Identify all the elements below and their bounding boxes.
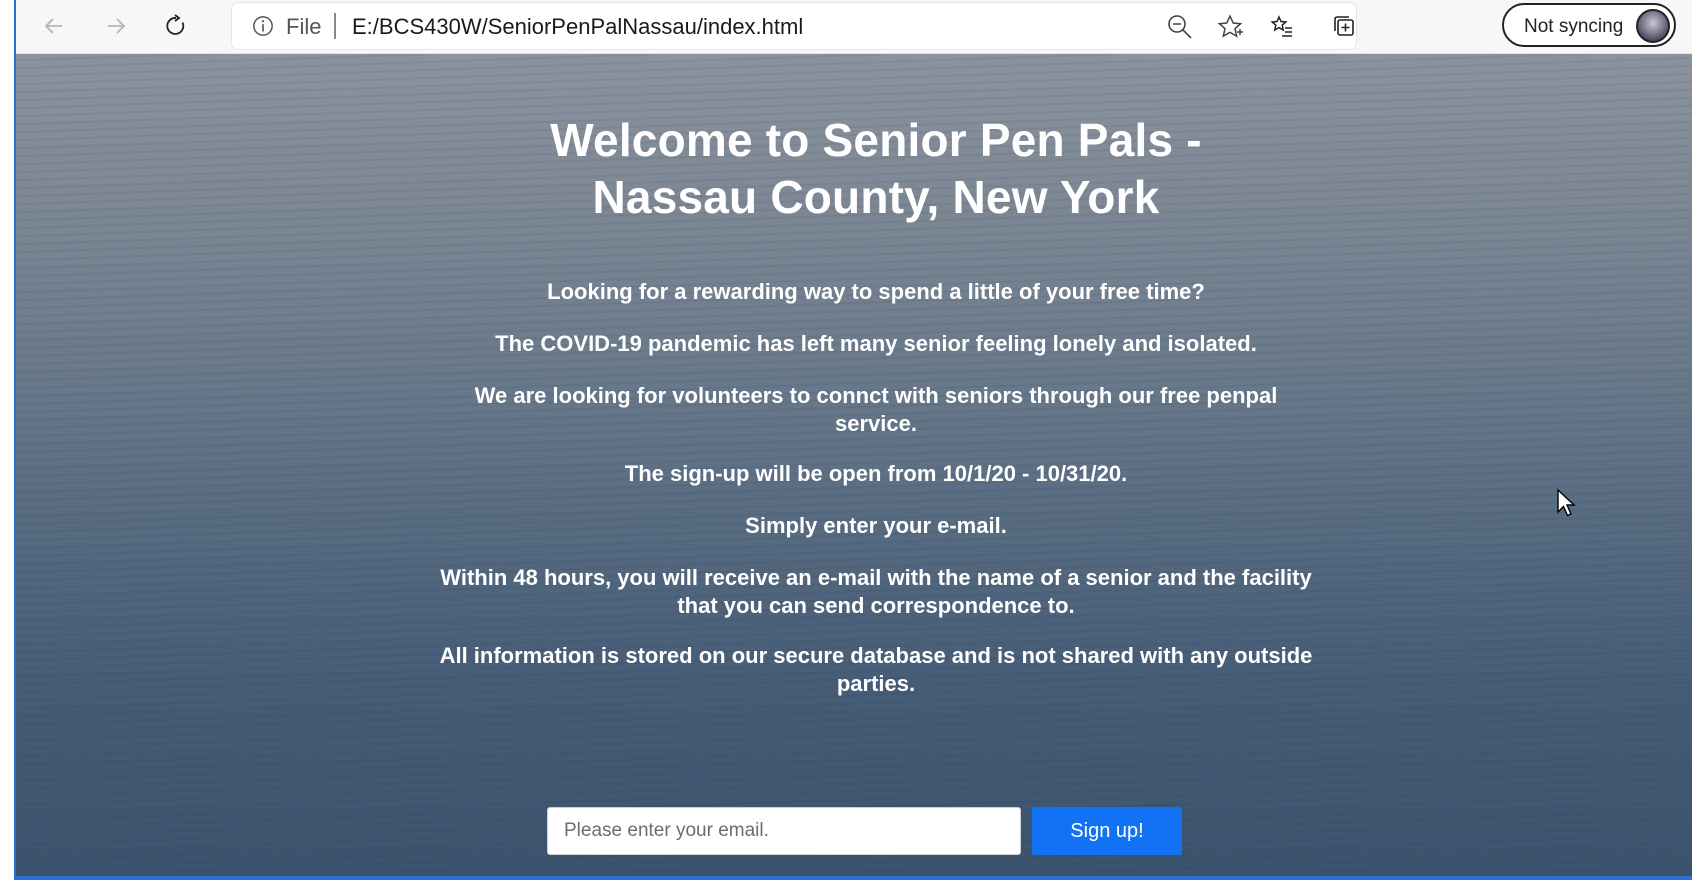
covid-statement: The COVID-19 pandemic has left many seni…	[495, 331, 1257, 356]
favorites-icon	[1270, 15, 1292, 37]
privacy-statement: All information is stored on our secure …	[439, 643, 1313, 696]
star-icon[interactable]	[1216, 13, 1244, 41]
forward-arrow-icon	[108, 18, 126, 34]
address-bar[interactable]: File E:/BCS430W/SeniorPenPalNassau/index…	[232, 3, 1356, 49]
back-button[interactable]	[32, 6, 76, 46]
window-bottom-edge	[16, 876, 1692, 880]
volunteer-statement: We are looking for volunteers to connct …	[474, 383, 1278, 436]
signup-button[interactable]: Sign up!	[1032, 807, 1182, 855]
info-icon[interactable]	[252, 15, 274, 37]
browser-window: File E:/BCS430W/SeniorPenPalNassau/index…	[0, 0, 1692, 880]
mouse-cursor-icon	[1557, 488, 1576, 517]
zoom-out-icon[interactable]	[1166, 13, 1194, 41]
avatar	[1636, 9, 1670, 43]
favorites-button[interactable]	[1260, 6, 1304, 46]
address-url[interactable]: E:/BCS430W/SeniorPenPalNassau/index.html	[352, 14, 803, 40]
page-content: Welcome to Senior Pen Pals - Nassau Coun…	[16, 54, 1692, 876]
profile-sync-status: Not syncing	[1524, 16, 1624, 37]
window-left-edge	[0, 0, 16, 880]
forward-button[interactable]	[94, 6, 138, 46]
email-instruction: Simply enter your e-mail.	[745, 513, 1007, 538]
page-title-line-1: Welcome to Senior Pen Pals -	[550, 114, 1202, 166]
email-input[interactable]	[547, 807, 1021, 855]
response-statement: Within 48 hours, you will receive an e-m…	[440, 565, 1312, 618]
collections-icon	[1334, 16, 1354, 36]
page-title-line-2: Nassau County, New York	[592, 171, 1160, 223]
back-arrow-icon	[44, 18, 62, 34]
page-title: Welcome to Senior Pen Pals - Nassau Coun…	[436, 112, 1316, 226]
signup-dates: The sign-up will be open from 10/1/20 - …	[624, 461, 1128, 486]
address-separator	[334, 13, 336, 39]
address-scheme: File	[286, 14, 322, 39]
intro-question: Looking for a rewarding way to spend a l…	[547, 279, 1205, 304]
browser-toolbar: File E:/BCS430W/SeniorPenPalNassau/index…	[16, 0, 1692, 54]
refresh-button[interactable]	[154, 6, 198, 46]
collections-button[interactable]	[1322, 6, 1366, 46]
refresh-icon	[166, 14, 185, 35]
profile-button[interactable]: Not syncing	[1502, 3, 1676, 47]
